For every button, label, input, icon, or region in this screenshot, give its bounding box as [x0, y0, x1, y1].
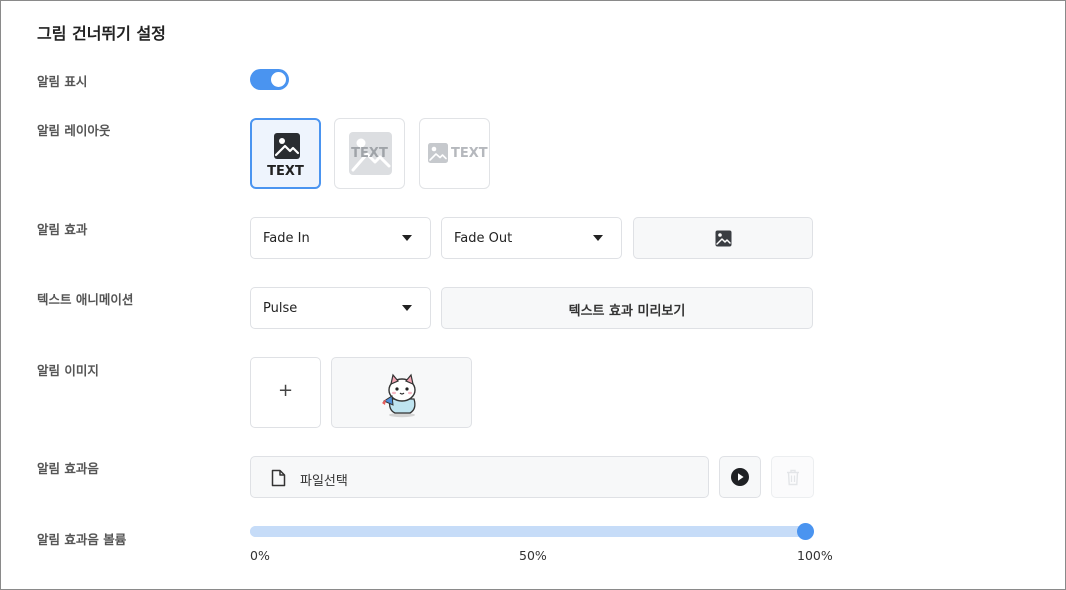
label-sound: 알림 효과음 [37, 461, 99, 476]
label-show-alert: 알림 표시 [37, 74, 88, 89]
label-text-animation: 텍스트 애니메이션 [37, 292, 134, 307]
settings-panel: 그림 건너뛰기 설정 알림 표시 알림 레이아웃 TEXT TEXT TEXT … [0, 0, 1066, 590]
play-icon [731, 468, 749, 486]
text-animation-value: Pulse [263, 301, 298, 316]
plus-icon: + [277, 380, 294, 401]
layout-option-image-above-text[interactable]: TEXT [250, 118, 321, 189]
effect-out-value: Fade Out [454, 231, 513, 246]
page-title: 그림 건너뛰기 설정 [37, 24, 166, 43]
effect-out-select[interactable]: Fade Out [441, 217, 622, 259]
layout-option-text: TEXT [351, 146, 388, 161]
label-volume: 알림 효과음 볼륨 [37, 532, 127, 547]
image-icon [274, 133, 300, 159]
show-alert-toggle[interactable] [250, 69, 289, 90]
file-icon [271, 469, 286, 487]
label-layout: 알림 레이아웃 [37, 123, 111, 138]
add-image-button[interactable]: + [250, 357, 321, 428]
chevron-down-icon [593, 235, 603, 241]
label-effect: 알림 효과 [37, 222, 88, 237]
layout-option-image-beside-text[interactable]: TEXT [419, 118, 490, 189]
sound-file-select[interactable]: 파일선택 [250, 456, 709, 498]
volume-slider[interactable] [250, 523, 814, 540]
effect-preview-button[interactable] [633, 217, 813, 259]
volume-tick-50: 50% [519, 548, 547, 563]
play-sound-button[interactable] [719, 456, 761, 498]
alert-image-preview[interactable] [331, 357, 472, 428]
layout-option-text: TEXT [451, 146, 488, 161]
volume-slider-fill [250, 526, 806, 537]
layout-option-text: TEXT [267, 164, 304, 179]
effect-in-select[interactable]: Fade In [250, 217, 431, 259]
image-icon [428, 143, 448, 163]
sound-file-label: 파일선택 [300, 474, 348, 489]
delete-sound-button[interactable] [771, 456, 814, 498]
label-image: 알림 이미지 [37, 363, 99, 378]
effect-in-value: Fade In [263, 231, 310, 246]
toggle-knob [271, 72, 286, 87]
volume-slider-handle[interactable] [797, 523, 814, 540]
text-effect-preview-button[interactable]: 텍스트 효과 미리보기 [441, 287, 813, 329]
text-animation-select[interactable]: Pulse [250, 287, 431, 329]
trash-icon [787, 469, 799, 486]
chevron-down-icon [402, 235, 412, 241]
text-effect-preview-label: 텍스트 효과 미리보기 [568, 304, 686, 319]
image-icon [715, 230, 732, 247]
volume-tick-100: 100% [797, 548, 833, 563]
volume-tick-0: 0% [250, 548, 270, 563]
layout-option-text-over-image[interactable]: TEXT [334, 118, 405, 189]
cat-sticker-image [382, 373, 416, 418]
chevron-down-icon [402, 305, 412, 311]
